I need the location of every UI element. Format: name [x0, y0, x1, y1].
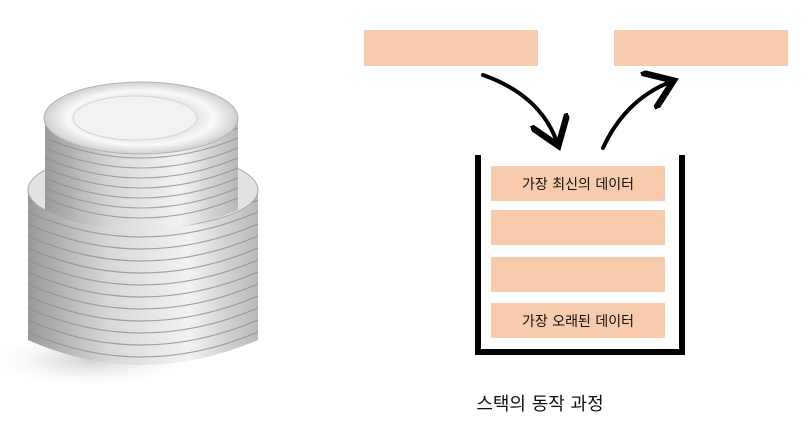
- stack-slot: 가장 오래된 데이터: [491, 303, 665, 338]
- stack-slot-label: 가장 오래된 데이터: [522, 314, 634, 330]
- stack-slot-label: 가장 최신의 데이터: [522, 177, 634, 193]
- diagram-caption: 스택의 동작 과정: [476, 394, 604, 415]
- push-data-box: [364, 30, 538, 66]
- pop-data-box: [614, 30, 788, 66]
- push-arrow-icon: [481, 73, 557, 142]
- stack-slot: [491, 210, 665, 245]
- stack-diagram: 가장 최신의 데이터 가장 오래된 데이터: [364, 30, 788, 355]
- pop-arrow-icon: [601, 82, 670, 150]
- stack-slot: [491, 257, 665, 292]
- stack-slot: 가장 최신의 데이터: [491, 166, 665, 201]
